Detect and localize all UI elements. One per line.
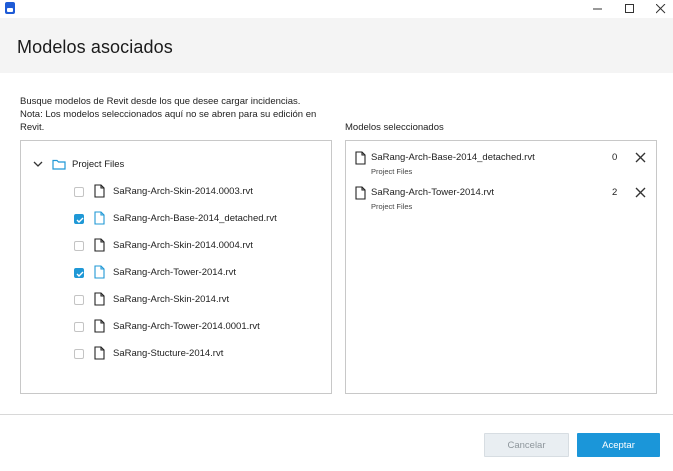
maximize-button[interactable] [615, 0, 645, 18]
file-label: SaRang-Arch-Skin-2014.rvt [113, 294, 230, 305]
tree-file-row[interactable]: SaRang-Arch-Base-2014_detached.rvt [21, 209, 331, 229]
selected-model-item: SaRang-Arch-Tower-2014.rvt Project Files… [346, 184, 656, 218]
selected-model-name: SaRang-Arch-Base-2014_detached.rvt [371, 152, 535, 163]
file-checkbox[interactable] [74, 295, 84, 305]
tree-file-row[interactable]: SaRang-Arch-Skin-2014.0003.rvt [21, 182, 331, 202]
accept-button[interactable]: Aceptar [577, 433, 660, 457]
file-label: SaRang-Arch-Base-2014_detached.rvt [113, 213, 277, 224]
file-label: SaRang-Arch-Skin-2014.0003.rvt [113, 186, 253, 197]
minimize-button[interactable] [583, 0, 613, 18]
checkmark-icon [76, 271, 84, 277]
cancel-button[interactable]: Cancelar [484, 433, 569, 457]
selected-model-location: Project Files [371, 167, 413, 176]
selected-model-name: SaRang-Arch-Tower-2014.rvt [371, 187, 495, 198]
file-tree-panel: Project Files SaRang-Arch-Skin-2014.0003… [20, 140, 332, 394]
dialog-header: Modelos asociados [0, 18, 673, 73]
title-bar [0, 0, 673, 18]
tree-file-row[interactable]: SaRang-Arch-Skin-2014.rvt [21, 290, 331, 310]
remove-icon[interactable] [634, 151, 648, 165]
instructions-line-1: Busque modelos de Revit desde los que de… [20, 96, 301, 107]
file-label: SaRang-Arch-Tower-2014.0001.rvt [113, 321, 260, 332]
close-window-button[interactable] [646, 0, 673, 18]
folder-label: Project Files [72, 159, 125, 170]
tree-file-row[interactable]: SaRang-Stucture-2014.rvt [21, 344, 331, 364]
footer-divider [0, 414, 673, 415]
folder-icon [52, 159, 66, 170]
selected-models-panel: SaRang-Arch-Base-2014_detached.rvt Proje… [345, 140, 657, 394]
instructions-text: Busque modelos de Revit desde los que de… [20, 95, 330, 134]
file-icon [94, 292, 105, 306]
selected-model-count: 2 [612, 187, 618, 198]
remove-icon[interactable] [634, 186, 648, 200]
instructions-line-2: Nota: Los modelos seleccionados aquí no … [20, 109, 317, 120]
file-checkbox[interactable] [74, 241, 84, 251]
dialog-title: Modelos asociados [17, 37, 173, 57]
file-icon [94, 238, 105, 252]
file-icon [94, 319, 105, 333]
tree-folder-row[interactable]: Project Files [21, 155, 331, 175]
file-label: SaRang-Stucture-2014.rvt [113, 348, 224, 359]
close-icon [656, 4, 666, 14]
checkmark-icon [76, 217, 84, 223]
selected-model-location: Project Files [371, 202, 413, 211]
selected-model-count: 0 [612, 152, 618, 163]
file-label: SaRang-Arch-Tower-2014.rvt [113, 267, 237, 278]
file-icon [94, 211, 105, 225]
file-label: SaRang-Arch-Skin-2014.0004.rvt [113, 240, 253, 251]
selected-models-title: Modelos seleccionados [345, 122, 444, 133]
file-icon [94, 265, 105, 279]
revit-app-icon [5, 2, 15, 14]
tree-file-row[interactable]: SaRang-Arch-Tower-2014.rvt [21, 263, 331, 283]
file-checkbox[interactable] [74, 214, 84, 224]
selected-model-item: SaRang-Arch-Base-2014_detached.rvt Proje… [346, 149, 656, 183]
file-checkbox[interactable] [74, 349, 84, 359]
file-checkbox[interactable] [74, 268, 84, 278]
file-icon [94, 346, 105, 360]
maximize-icon [625, 4, 634, 13]
minimize-icon [593, 8, 602, 10]
file-icon [355, 151, 366, 165]
file-checkbox[interactable] [74, 187, 84, 197]
tree-file-row[interactable]: SaRang-Arch-Tower-2014.0001.rvt [21, 317, 331, 337]
file-icon [94, 184, 105, 198]
chevron-down-icon[interactable] [33, 161, 43, 168]
file-icon [355, 186, 366, 200]
instructions-line-3: Revit. [20, 122, 45, 133]
file-checkbox[interactable] [74, 322, 84, 332]
tree-file-row[interactable]: SaRang-Arch-Skin-2014.0004.rvt [21, 236, 331, 256]
